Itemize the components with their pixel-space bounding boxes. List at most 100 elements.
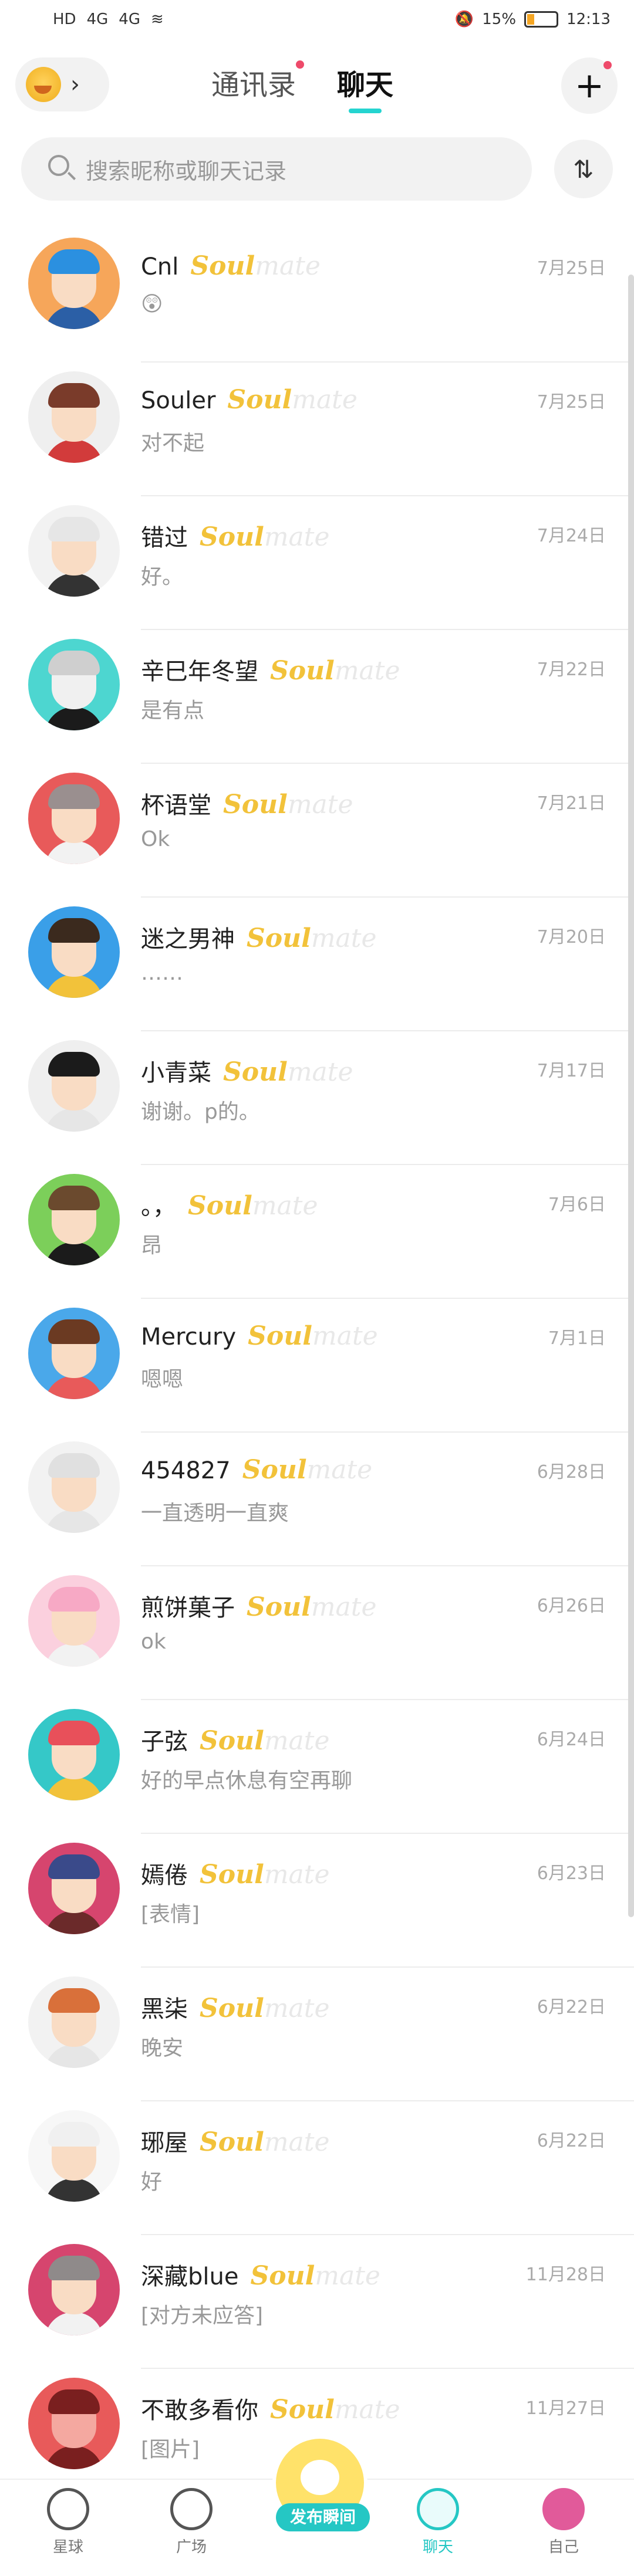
tab-chat[interactable]: 聊天 [337,62,393,113]
chat-row[interactable]: Cnl Soulmate 7月25日 😲 [0,229,634,363]
avatar[interactable] [28,1441,120,1533]
last-message: 晚安 [141,2036,184,2060]
avatar[interactable] [28,371,120,463]
search-input[interactable]: 搜索昵称或聊天记录 [21,137,532,201]
avatar-hair [48,1453,100,1478]
soulmate-badge: Soulmate [200,1993,330,2023]
profile-switcher-button[interactable]: › [15,57,109,111]
avatar-body [45,1376,103,1399]
avatar[interactable] [28,1174,120,1265]
nav-chat-label: 聊天 [422,2538,453,2556]
publish-label: 发布瞬间 [276,2503,370,2531]
last-message: 好的早点休息有空再聊 [141,1769,353,1793]
chat-row[interactable]: 454827 Soulmate 6月28日 一直透明一直爽 [0,1433,634,1566]
scrollbar[interactable] [628,275,634,1917]
soulmate-badge: Soulmate [247,923,377,953]
avatar-body [45,1643,103,1667]
soulmate-badge: Soulmate [247,1592,377,1622]
chat-date: 7月21日 [537,793,606,814]
chevron-right-icon: › [70,71,80,98]
avatar-hair [48,383,100,408]
chat-name-line: 错过 Soulmate [141,519,330,553]
chat-name-line: 杯语堂 Soulmate [141,786,353,820]
avatar[interactable] [28,1976,120,2068]
notification-dot [296,60,305,69]
active-tab-indicator [349,109,382,113]
chat-name-line: Cnl Soulmate [141,251,321,281]
soulmate-badge: Soulmate [200,2127,330,2157]
search-row: 搜索昵称或聊天记录 ⇅ [0,135,634,205]
nav-me[interactable]: 自己 [528,2488,599,2557]
chat-row[interactable]: 子弦 Soulmate 6月24日 好的早点休息有空再聊 [0,1700,634,1834]
soulmate-badge: Soulmate [223,790,353,820]
contact-name: 琊屋 [141,2130,188,2157]
chat-name-line: Mercury Soulmate [141,1321,378,1351]
avatar[interactable] [28,1575,120,1667]
avatar[interactable] [28,1040,120,1132]
chat-date: 7月6日 [548,1194,606,1215]
avatar[interactable] [28,2378,120,2469]
bottom-nav: 星球 广场 发布瞬间 聊天 自己 [0,2439,634,2576]
chat-date: 7月24日 [537,526,606,546]
tab-contacts-label: 通讯录 [211,69,296,101]
avatar[interactable] [28,773,120,864]
nav-planet[interactable]: 星球 [33,2488,103,2557]
chat-row[interactable]: 迷之男神 Soulmate 7月20日 …… [0,898,634,1031]
chat-row[interactable]: 嫣倦 Soulmate 6月23日 [表情] [0,1834,634,1968]
nav-chat[interactable]: 聊天 [403,2488,473,2557]
contact-name: 错过 [141,524,188,551]
avatar-body [45,1242,103,1265]
avatar-hair [48,1587,100,1612]
avatar-body [45,1911,103,1934]
chat-name-line: 嫣倦 Soulmate [141,1856,330,1890]
chat-date: 6月24日 [537,1729,606,1750]
chat-row[interactable]: 杯语堂 Soulmate 7月21日 Ok [0,764,634,898]
chat-row[interactable]: 黑柒 Soulmate 6月22日 晚安 [0,1968,634,2101]
chat-row[interactable]: 辛巳年冬望 Soulmate 7月22日 是有点 [0,630,634,764]
avatar-hair [48,784,100,809]
chat-row[interactable]: 琊屋 Soulmate 6月22日 好 [0,2101,634,2235]
avatar-hair [48,2389,100,2414]
avatar[interactable] [28,1843,120,1934]
mute-icon: 🔕 [454,11,474,28]
chat-name-line: Souler Soulmate [141,385,358,415]
avatar[interactable] [28,2244,120,2335]
avatar-body [45,1509,103,1533]
avatar[interactable] [28,1308,120,1399]
plus-icon: + [574,65,605,106]
avatar-hair [48,1721,100,1745]
tab-contacts[interactable]: 通讯录 [211,60,305,103]
publish-moment-button[interactable]: 发布瞬间 [276,2439,370,2531]
add-button[interactable]: + [561,57,618,114]
chat-row[interactable]: Souler Soulmate 7月25日 对不起 [0,363,634,496]
contact-name: Souler [141,387,216,414]
chat-date: 6月22日 [537,1997,606,2018]
avatar-body [45,2178,103,2202]
chat-row[interactable]: 小青菜 Soulmate 7月17日 谢谢。p的。 [0,1031,634,1165]
soulmate-badge: Soulmate [190,251,321,281]
avatar[interactable] [28,505,120,597]
soulmate-badge: Soulmate [250,2261,380,2291]
soulmate-badge: Soulmate [242,1455,373,1485]
chat-row[interactable]: 。， Soulmate 7月6日 昂 [0,1165,634,1299]
chat-row[interactable]: Mercury Soulmate 7月1日 嗯嗯 [0,1299,634,1433]
avatar[interactable] [28,2110,120,2202]
last-message: 好。 [141,565,184,589]
avatar[interactable] [28,238,120,329]
chat-row[interactable]: 错过 Soulmate 7月24日 好。 [0,496,634,630]
chat-row[interactable]: 煎饼菓子 Soulmate 6月26日 ok [0,1566,634,1700]
chat-row[interactable]: 深藏blue Soulmate 11月28日 [对方未应答] [0,2235,634,2369]
hd-indicator: HD [53,11,76,28]
planet-icon [47,2488,89,2530]
contact-name: 。， [141,1193,176,1220]
avatar-body [45,573,103,597]
avatar[interactable] [28,906,120,998]
contact-name: 黑柒 [141,1996,188,2023]
soulmate-badge: Soulmate [223,1057,353,1087]
chat-date: 7月1日 [548,1328,606,1349]
nav-square[interactable]: 广场 [156,2488,227,2557]
chat-name-line: 琊屋 Soulmate [141,2124,330,2158]
avatar[interactable] [28,1709,120,1800]
sort-button[interactable]: ⇅ [554,140,613,198]
avatar[interactable] [28,639,120,730]
